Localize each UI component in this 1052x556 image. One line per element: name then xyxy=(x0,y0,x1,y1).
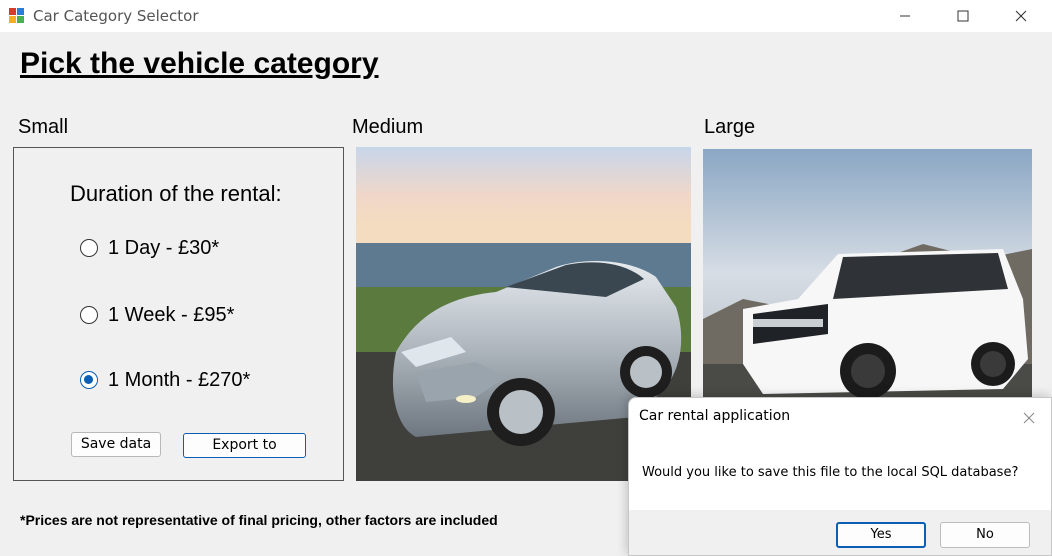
save-data-button[interactable]: Save data xyxy=(71,432,161,457)
minimize-button[interactable] xyxy=(882,0,928,32)
dialog-message: Would you like to save this file to the … xyxy=(642,465,1019,480)
maximize-button[interactable] xyxy=(940,0,986,32)
option-label: 1 Month - £270* xyxy=(108,368,251,391)
maximize-icon xyxy=(957,10,969,22)
radio-button-selected[interactable] xyxy=(80,371,98,389)
close-icon xyxy=(1023,412,1035,424)
dialog-title: Car rental application xyxy=(639,408,791,424)
windows-form-icon xyxy=(9,8,25,24)
radio-button[interactable] xyxy=(80,306,98,324)
option-label: 1 Week - £95* xyxy=(108,303,235,326)
category-label-medium: Medium xyxy=(352,116,424,138)
option-label: 1 Day - £30* xyxy=(108,236,220,259)
no-button[interactable]: No xyxy=(940,522,1030,548)
minimize-icon xyxy=(900,15,910,17)
pricing-disclaimer: *Prices are not representative of final … xyxy=(20,512,498,528)
dialog-close-button[interactable] xyxy=(1021,410,1037,426)
small-category-panel: Duration of the rental: 1 Day - £30* 1 W… xyxy=(13,147,344,481)
option-1-week[interactable]: 1 Week - £95* xyxy=(80,302,234,328)
option-1-month[interactable]: 1 Month - £270* xyxy=(80,367,250,393)
duration-label: Duration of the rental: xyxy=(70,181,282,206)
yes-button[interactable]: Yes xyxy=(836,522,926,548)
save-confirmation-dialog: Car rental application Would you like to… xyxy=(628,397,1052,556)
export-button[interactable]: Export to xyxy=(183,433,306,458)
close-button[interactable] xyxy=(998,0,1044,32)
dialog-button-bar: Yes No xyxy=(629,510,1051,555)
window-titlebar[interactable]: Car Category Selector xyxy=(0,0,1052,32)
window-title: Car Category Selector xyxy=(33,7,199,25)
option-1-day[interactable]: 1 Day - £30* xyxy=(80,235,219,261)
suv-image xyxy=(703,149,1032,399)
white-suv-photo[interactable] xyxy=(703,149,1032,399)
category-label-large: Large xyxy=(704,116,756,138)
close-icon xyxy=(1015,10,1027,22)
category-label-small: Small xyxy=(18,116,69,138)
radio-button[interactable] xyxy=(80,239,98,257)
page-title: Pick the vehicle category xyxy=(20,47,379,80)
